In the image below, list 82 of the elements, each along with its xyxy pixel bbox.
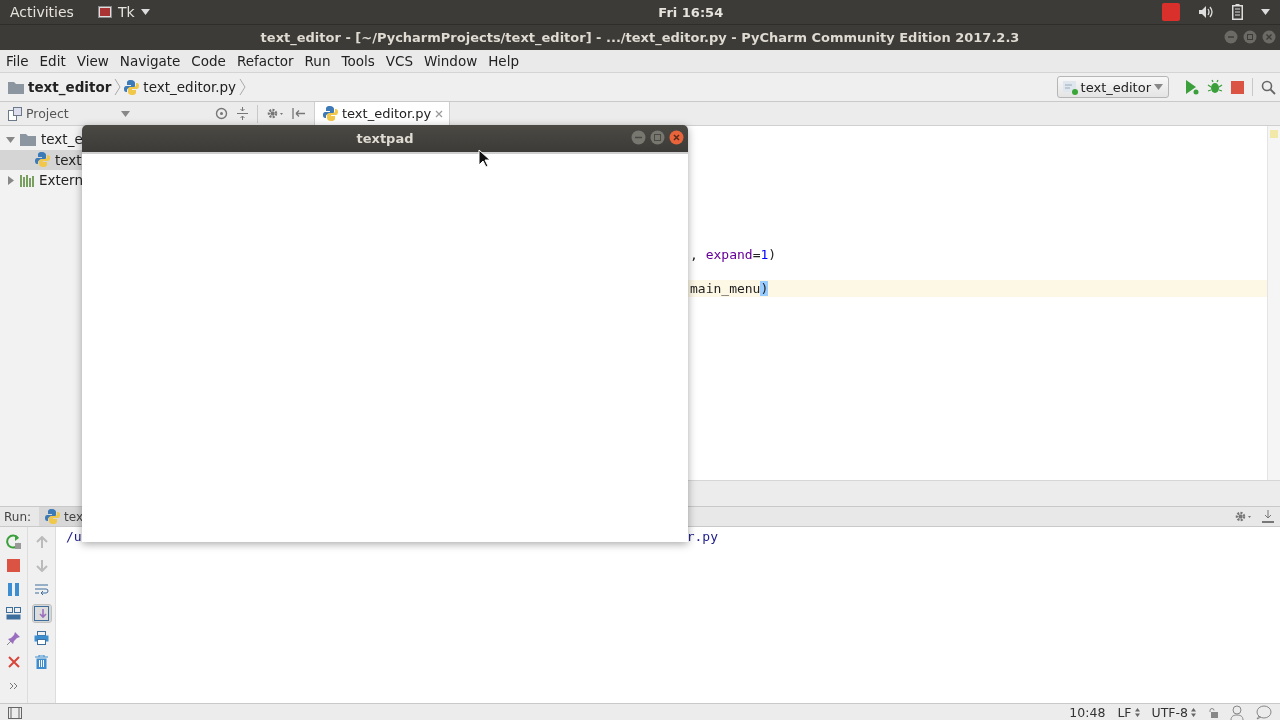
dialog-title: textpad	[356, 131, 414, 146]
maximize-button[interactable]	[1243, 30, 1257, 44]
menu-item[interactable]: Code	[191, 53, 226, 69]
updown-icon	[1191, 708, 1196, 717]
chevron-icon	[114, 78, 122, 96]
layout-icon[interactable]	[4, 605, 23, 622]
dropdown-arrow-icon[interactable]	[120, 109, 130, 118]
expand-arrow-icon[interactable]	[6, 134, 15, 144]
tree-item[interactable]: text_e	[0, 129, 314, 150]
menu-item[interactable]: VCS	[385, 53, 413, 69]
stop-icon[interactable]	[4, 557, 23, 574]
mouse-pointer-icon	[478, 149, 491, 168]
speech-bubble-icon[interactable]	[1256, 705, 1272, 720]
app-menu[interactable]: Tk	[97, 4, 150, 20]
close-button[interactable]	[669, 130, 684, 145]
python-file-icon	[35, 152, 50, 168]
clock[interactable]: Fri 16:54	[658, 4, 724, 20]
minimize-button[interactable]	[631, 130, 646, 145]
breadcrumb[interactable]: text_editor.py	[124, 79, 237, 95]
menu-item[interactable]: Run	[304, 53, 331, 69]
run-label: Run:	[4, 509, 32, 524]
app-icon	[97, 6, 112, 18]
console-text: r.py	[686, 529, 718, 544]
menu-item[interactable]: Tools	[341, 53, 375, 69]
minimize-button[interactable]	[1224, 30, 1238, 44]
editor-tab[interactable]: text_editor.py	[315, 102, 451, 125]
console-text: /u	[66, 529, 82, 544]
chevron-icon	[239, 78, 247, 96]
encoding-selector[interactable]: UTF-8	[1151, 705, 1196, 720]
run-icon[interactable]	[1183, 79, 1199, 95]
python-config-icon	[1061, 79, 1078, 95]
maximize-button[interactable]	[650, 130, 665, 145]
library-icon	[20, 173, 34, 187]
settings-icon[interactable]	[266, 107, 284, 120]
caret-icon[interactable]	[1261, 9, 1270, 15]
caret-icon	[1154, 84, 1163, 90]
menu-item[interactable]: Edit	[39, 53, 66, 69]
run-configuration-dropdown[interactable]: text_editor	[1056, 76, 1169, 98]
line-separator-selector[interactable]: LF	[1117, 705, 1140, 720]
locate-icon[interactable]	[215, 107, 228, 120]
project-view-dropdown[interactable]: Project	[8, 106, 69, 121]
close-icon[interactable]	[435, 109, 444, 118]
menu-item[interactable]: Window	[423, 53, 478, 69]
lock-icon[interactable]	[1208, 707, 1218, 718]
python-file-icon	[323, 106, 338, 121]
bug-icon[interactable]	[1207, 79, 1223, 95]
caret-icon	[140, 9, 150, 15]
soft-wrap-icon[interactable]	[32, 581, 51, 598]
window-title: text_editor - [~/PycharmProjects/text_editor] - .../text_editor.py - PyCharm Community Edition 2017.2.3	[260, 30, 1020, 45]
tool-windows-icon[interactable]	[8, 706, 22, 719]
hide-panel-icon[interactable]	[1262, 509, 1274, 524]
code-line: , expand=1)	[689, 246, 778, 263]
menu-item[interactable]: Refactor	[236, 53, 294, 69]
close-button[interactable]	[1262, 30, 1276, 44]
rerun-icon[interactable]	[4, 533, 23, 550]
stop-icon[interactable]	[1231, 80, 1244, 94]
caret-position[interactable]: 10:48	[1069, 705, 1106, 720]
person-icon[interactable]	[1230, 705, 1244, 720]
trash-icon[interactable]	[32, 653, 51, 670]
folder-icon	[8, 80, 24, 94]
updown-icon	[1134, 708, 1140, 717]
folder-icon	[20, 132, 36, 146]
pin-icon[interactable]	[4, 629, 23, 646]
search-icon[interactable]	[1261, 79, 1276, 95]
collapse-all-icon[interactable]	[236, 107, 249, 120]
menu-item[interactable]: Help	[488, 53, 519, 69]
settings-icon[interactable]	[1234, 510, 1252, 523]
menu-item[interactable]: View	[76, 53, 109, 69]
menu-item[interactable]: Navigate	[119, 53, 181, 69]
hide-panel-icon[interactable]	[292, 107, 306, 120]
menu-item[interactable]: File	[6, 53, 29, 69]
tree-item[interactable]: Extern	[0, 170, 314, 191]
python-file-icon	[124, 79, 140, 95]
project-view-icon	[8, 106, 22, 121]
battery-icon[interactable]	[1232, 4, 1243, 20]
print-icon[interactable]	[32, 629, 51, 646]
volume-icon[interactable]	[1198, 5, 1214, 19]
breadcrumb[interactable]: text_editor	[8, 79, 112, 95]
scroll-to-end-icon[interactable]	[32, 605, 51, 622]
activities-button[interactable]: Activities	[10, 4, 74, 20]
expand-arrow-icon[interactable]	[6, 175, 15, 185]
python-file-icon	[45, 509, 61, 524]
